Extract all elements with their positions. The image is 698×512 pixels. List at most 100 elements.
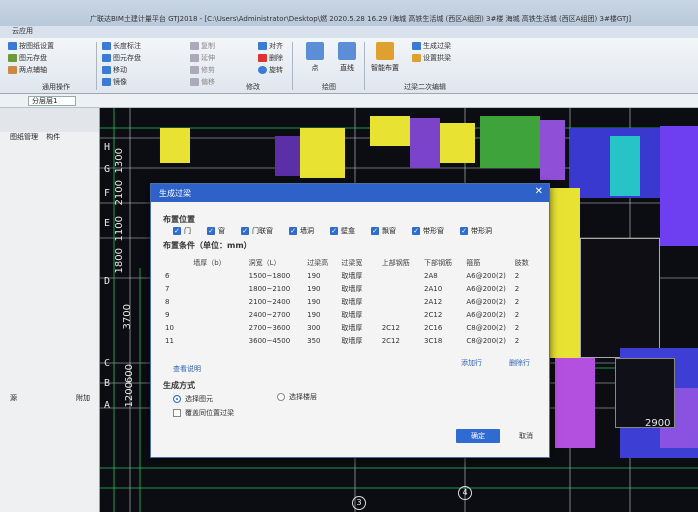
tab-components[interactable]: 构件 [46,133,60,141]
ribbon-edit-col3: 对齐 删除 旋转 [258,40,283,76]
dim-1300: 1300 [114,148,125,174]
ribbon-lintel-label: 过梁二次编辑 [404,83,446,91]
checkbox-overwrite-lintel[interactable]: 覆盖同位置过梁 [173,408,234,418]
axis-label-h: H [104,142,111,153]
add-row-button[interactable]: 添加行 [461,358,482,368]
move-icon [102,66,111,74]
checkbox-door-window[interactable]: ✓ 门联窗 [241,226,273,236]
table-header-wall-thickness: 墙厚（b） [193,259,226,267]
ribbon-btn-smart-layout[interactable]: 智能布置 [368,42,402,73]
dim-3700: 3700 [122,304,133,330]
ribbon-btn-copy[interactable]: 复制 [190,40,215,52]
checkbox-checked-icon: ✓ [330,227,338,235]
ribbon-separator [292,42,293,90]
ribbon-btn-two-point-axis[interactable]: 两点辅轴 [8,64,54,76]
floor-select[interactable]: 分层层1 [28,96,77,106]
ribbon-btn-move[interactable]: 移动 [102,64,141,76]
checkbox-checked-icon: ✓ [207,227,215,235]
axis-bubble-3: 3 [352,496,366,510]
ribbon-btn-offset[interactable]: 偏移 [190,76,215,88]
table-header-index [163,257,191,269]
wall-block [300,128,345,178]
checkbox-niche[interactable]: ✓ 壁龛 [330,226,355,236]
wall-block [610,136,640,196]
checkbox-checked-icon: ✓ [241,227,249,235]
checkbox-strip-hole[interactable]: ✓ 带形洞 [460,226,492,236]
wall-block [660,126,698,246]
axis-label-d: D [104,276,111,287]
generate-lintel-dialog: 生成过梁 ✕ 布置位置 ✓ 门 ✓ 窗 ✓ 门联窗 ✓ 墙洞 ✓ 壁龛 ✓ 飘窗 ✓ 带形窗 … [150,183,550,458]
ribbon-btn-set-lintel[interactable]: 设置拱梁 [412,52,451,64]
ribbon-btn-generate-lintel[interactable]: 生成过梁 [412,40,451,52]
axis-label-f: F [104,188,111,199]
checkbox-strip-window[interactable]: ✓ 带形窗 [412,226,444,236]
save-icon [102,54,111,62]
ribbon-btn-delete[interactable]: 删除 [258,52,283,64]
copy-icon [190,42,199,50]
ribbon-common-group: 按图纸设置 图元存盘 两点辅轴 [8,40,54,76]
wall-block [370,116,410,146]
ribbon-btn-line[interactable]: 直线 [330,42,364,73]
axis-label-c: C [104,358,111,369]
ribbon-btn-save-element[interactable]: 图元存盘 [8,52,54,64]
table-row[interactable]: 8 2100~2400 190 取墙厚 2A12 A6@200(2) 2 [163,295,533,308]
window-title-bar: 广联达BIM土建计量平台 GTJ2018 - [C:\Users\Adminis… [0,0,698,26]
delete-row-button[interactable]: 删除行 [509,358,530,368]
checkbox-door[interactable]: ✓ 门 [173,226,191,236]
room-outline [580,238,660,358]
ribbon-draw-label: 绘图 [322,83,336,91]
table-row[interactable]: 6 1500~1800 190 取墙厚 2A8 A6@200(2) 2 [163,269,533,282]
table-header-row: 墙厚（b） 洞宽（L） 过梁高 过梁宽 上部钢筋 下部钢筋 箍筋 肢数 [163,257,533,269]
ribbon-btn-length-dim[interactable]: 长度标注 [102,40,141,52]
position-section-title: 布置位置 [163,215,195,224]
cancel-button[interactable]: 取消 [511,429,541,443]
table-header-lintel-width: 过梁宽 [341,259,363,267]
close-icon[interactable]: ✕ [535,186,543,197]
radio-select-floor[interactable]: 选择楼层 [277,392,317,402]
table-row[interactable]: 11 3600~4500 350 取墙厚 2C12 3C18 C8@200(2) 2 [163,334,533,347]
save-icon [8,54,17,62]
ribbon-btn-point[interactable]: 点 [298,42,332,73]
checkbox-window[interactable]: ✓ 窗 [207,226,225,236]
ribbon-btn-drawing-settings[interactable]: 按图纸设置 [8,40,54,52]
table-row[interactable]: 9 2400~2700 190 取墙厚 2C12 A6@200(2) 2 [163,308,533,321]
checkbox-wall-hole[interactable]: ✓ 墙洞 [289,226,314,236]
dim-1200: 1200 [124,382,135,408]
checkbox-checked-icon: ✓ [412,227,420,235]
table-row[interactable]: 7 1800~2100 190 取墙厚 2A10 A6@200(2) 2 [163,282,533,295]
ribbon-btn-trim[interactable]: 修剪 [190,64,215,76]
ribbon-btn-rotate[interactable]: 旋转 [258,64,283,76]
wall-block [275,136,300,176]
radio-unselected-icon [277,393,285,401]
point-icon [306,42,324,60]
checkbox-bay-window[interactable]: ✓ 飘窗 [371,226,396,236]
floor-toolbar: 分层层1 [0,94,698,108]
wall-block [440,123,475,163]
ribbon-btn-extend[interactable]: 延伸 [190,52,215,64]
method-section-title: 生成方式 [163,381,195,390]
ribbon-separator [364,42,365,90]
ribbon-btn-mirror[interactable]: 镜像 [102,76,141,88]
checkbox-unchecked-icon [173,409,181,417]
footer-attach: 附加 [76,394,90,402]
table-row[interactable]: 10 2700~3600 300 取墙厚 2C12 2C16 C8@200(2) 2 [163,321,533,334]
radio-selected-icon [173,395,181,403]
checkbox-checked-icon: ✓ [289,227,297,235]
smart-layout-icon [376,42,394,60]
axis-icon [8,66,17,74]
menu-tabs: 云应用 [0,26,698,38]
view-note-link[interactable]: 查看说明 [173,364,201,374]
dialog-title-bar: 生成过梁 ✕ [151,184,549,202]
ribbon-btn-align[interactable]: 对齐 [258,40,283,52]
table-header-top-rebar: 上部钢筋 [381,259,410,267]
tab-drawing-manager[interactable]: 图纸管理 [10,133,38,141]
table-header-bottom-rebar: 下部钢筋 [424,259,453,267]
table-header-opening-width: 洞宽（L） [248,259,281,267]
table-header-lintel-height: 过梁高 [307,259,329,267]
ribbon-btn-save[interactable]: 图元存盘 [102,52,141,64]
radio-select-element[interactable]: 选择图元 [173,394,213,404]
ok-button[interactable]: 确定 [456,429,500,443]
rotate-icon [258,66,267,74]
menu-tab-cloud[interactable]: 云应用 [12,27,33,35]
left-panel-footer: 源 附加 [10,393,90,403]
